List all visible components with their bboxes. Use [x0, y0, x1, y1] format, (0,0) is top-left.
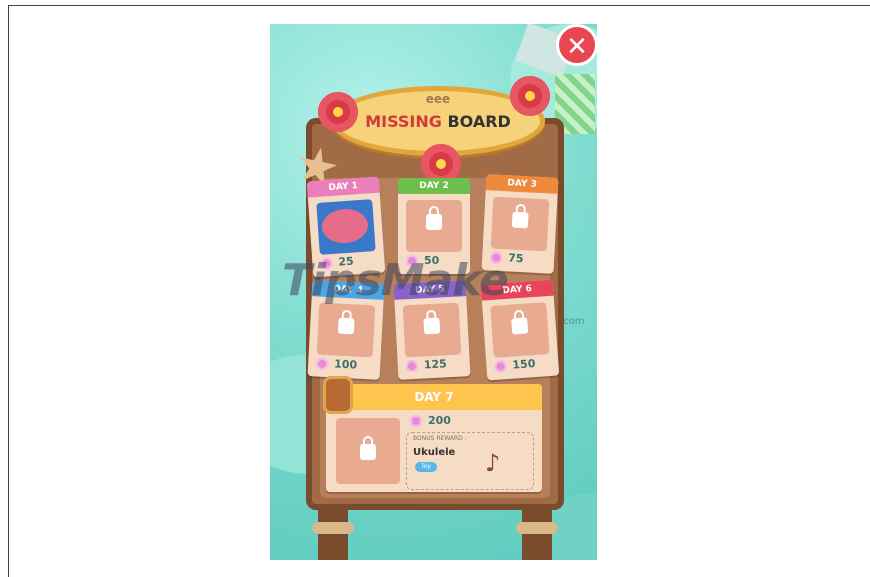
sign-title-red: MISSING	[365, 112, 442, 131]
close-button[interactable]: ✕	[556, 24, 598, 66]
reward-value: 75	[507, 251, 524, 266]
hibiscus-flower-icon	[318, 92, 358, 132]
lock-icon	[426, 206, 442, 230]
card-reward: 200	[410, 414, 451, 427]
shell-icon	[405, 359, 419, 373]
locked-slot	[402, 302, 462, 358]
lock-icon	[360, 436, 376, 460]
day-label: DAY 2	[398, 178, 470, 194]
hibiscus-flower-icon	[510, 76, 550, 116]
locked-slot	[490, 302, 550, 358]
ukulele-icon: ♪	[485, 449, 501, 477]
locked-slot	[336, 418, 400, 484]
day-card-7[interactable]: DAY 7 200 BONUS REWARD : Ukulele Toy ♪	[326, 384, 542, 492]
shell-icon	[494, 360, 507, 373]
close-icon[interactable]: ✕	[566, 32, 588, 62]
lock-icon	[511, 211, 529, 229]
rope-right	[516, 522, 558, 534]
lock-icon	[337, 317, 355, 335]
reward-value: 125	[423, 357, 448, 372]
bonus-title: BONUS REWARD :	[413, 435, 467, 442]
bonus-name: Ukulele	[413, 447, 456, 458]
locked-slot	[490, 196, 550, 252]
rope-left	[312, 522, 354, 534]
card-reward: 125	[405, 356, 467, 375]
bonus-tag: Toy	[415, 462, 437, 472]
locked-slot	[316, 302, 376, 358]
reward-value: 150	[511, 357, 536, 372]
shell-icon	[315, 357, 329, 371]
tiki-mask-icon	[323, 376, 353, 414]
shell-icon	[410, 415, 422, 427]
bonus-reward-box: BONUS REWARD : Ukulele Toy ♪	[406, 432, 534, 490]
card-reward: 100	[315, 356, 377, 375]
day-label: DAY 7	[326, 384, 542, 410]
card-reward: 150	[494, 356, 555, 376]
watermark: TipsMake	[282, 255, 509, 306]
locked-slot	[406, 200, 462, 252]
sign-title: MISSING BOARD	[331, 112, 545, 131]
lock-icon	[423, 317, 441, 335]
watermark-suffix: .com	[560, 316, 585, 327]
day-label: DAY 3	[485, 174, 559, 194]
sign-title-dark: BOARD	[441, 112, 511, 131]
reward-value: 200	[428, 414, 451, 427]
reward-value: 100	[333, 357, 358, 372]
character-portrait	[316, 199, 376, 255]
octopus-character-icon	[320, 207, 370, 245]
lock-icon	[511, 317, 529, 335]
